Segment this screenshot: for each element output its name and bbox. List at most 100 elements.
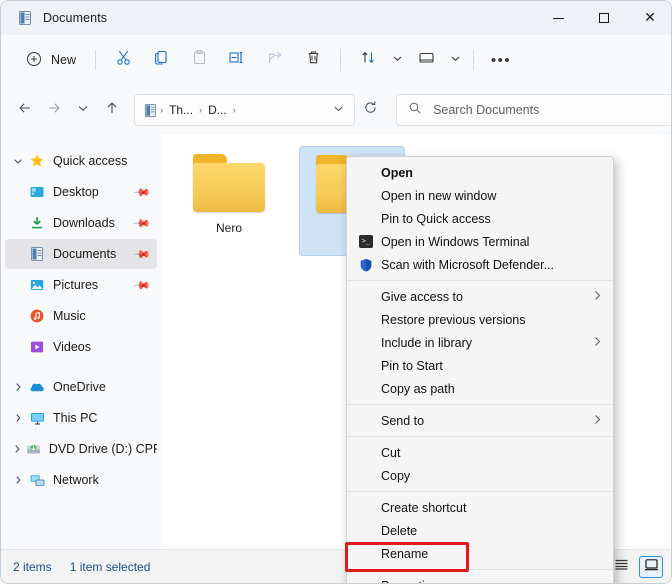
- window-controls: ✕: [535, 1, 671, 35]
- tiles-icon: [644, 558, 659, 576]
- sort-chevron-button[interactable]: [387, 44, 407, 76]
- chevron-right-icon[interactable]: [9, 382, 27, 392]
- maximize-button[interactable]: [581, 1, 627, 35]
- status-selection: 1 item selected: [69, 559, 151, 574]
- menu-item-open-in-windows-terminal[interactable]: >_ Open in Windows Terminal: [347, 230, 613, 253]
- list-icon: [614, 558, 629, 576]
- forward-button[interactable]: [39, 95, 68, 125]
- delete-button[interactable]: [294, 44, 332, 76]
- menu-item-cut[interactable]: Cut: [347, 441, 613, 464]
- network-icon: [27, 472, 47, 489]
- up-button[interactable]: [97, 95, 126, 125]
- menu-item-give-access-to[interactable]: Give access to: [347, 285, 613, 308]
- breadcrumb-item-1[interactable]: D...: [203, 100, 232, 120]
- breadcrumb-dropdown-button[interactable]: [327, 103, 350, 117]
- sidebar-item-downloads[interactable]: Downloads 📌: [5, 208, 157, 238]
- folder-front: [193, 163, 265, 212]
- pin-icon[interactable]: 📌: [133, 183, 152, 201]
- menu-item-delete[interactable]: Delete: [347, 519, 613, 542]
- menu-item-label: Include in library: [381, 335, 473, 350]
- folder-icon: [193, 154, 265, 212]
- file-item-nero[interactable]: Nero: [176, 146, 282, 256]
- menu-item-pin-to-quick-access[interactable]: Pin to Quick access: [347, 207, 613, 230]
- more-options-button[interactable]: •••: [482, 44, 520, 76]
- address-bar-row: › Th... › D... › Search Documents: [1, 85, 671, 135]
- sidebar-item-label: This PC: [53, 411, 98, 425]
- cut-button[interactable]: [104, 44, 142, 76]
- paste-button[interactable]: [180, 44, 218, 76]
- menu-item-send-to[interactable]: Send to: [347, 409, 613, 432]
- breadcrumb-item-0[interactable]: Th...: [164, 100, 198, 120]
- search-input[interactable]: Search Documents: [396, 94, 671, 126]
- view-group: [407, 44, 465, 76]
- menu-item-copy[interactable]: Copy: [347, 464, 613, 487]
- submenu-arrow-icon: [593, 414, 602, 428]
- download-icon: [27, 215, 47, 231]
- menu-item-rename[interactable]: Rename: [347, 542, 613, 565]
- title-bar: Documents ✕: [1, 1, 671, 35]
- sidebar-item-pictures[interactable]: Pictures 📌: [5, 270, 157, 300]
- menu-item-copy-as-path[interactable]: Copy as path: [347, 377, 613, 400]
- command-bar: New •••: [1, 35, 671, 85]
- breadcrumb[interactable]: › Th... › D... ›: [134, 94, 355, 126]
- refresh-button[interactable]: [357, 96, 384, 124]
- icons-view-button[interactable]: [639, 555, 663, 578]
- minimize-icon: [552, 17, 564, 19]
- context-menu[interactable]: Open Open in new window Pin to Quick acc…: [346, 156, 614, 584]
- menu-item-open-in-new-window[interactable]: Open in new window: [347, 184, 613, 207]
- sort-button[interactable]: [349, 44, 387, 76]
- menu-item-scan-with-microsoft-defender[interactable]: Scan with Microsoft Defender...: [347, 253, 613, 276]
- sidebar-item-videos[interactable]: Videos: [5, 332, 157, 362]
- view-button[interactable]: [407, 44, 445, 76]
- pin-icon[interactable]: 📌: [133, 276, 152, 294]
- menu-item-include-in-library[interactable]: Include in library: [347, 331, 613, 354]
- new-button[interactable]: New: [15, 44, 87, 76]
- shield-icon: [355, 258, 377, 272]
- cloud-icon: [27, 379, 47, 396]
- menu-item-open[interactable]: Open: [347, 161, 613, 184]
- menu-item-label: Pin to Quick access: [381, 211, 491, 226]
- pin-icon[interactable]: 📌: [133, 245, 152, 263]
- chevron-right-icon[interactable]: [9, 413, 27, 423]
- sidebar-item-onedrive[interactable]: OneDrive: [5, 372, 157, 402]
- sidebar-item-dvd-drive[interactable]: DVD Drive (D:) CPRA: [5, 434, 157, 464]
- back-button[interactable]: [10, 95, 39, 125]
- chevron-down-icon[interactable]: [9, 156, 27, 166]
- sort-arrows-icon: [360, 49, 377, 71]
- layout-icon: [417, 49, 436, 71]
- close-button[interactable]: ✕: [627, 1, 671, 35]
- menu-separator: [347, 569, 613, 570]
- minimize-button[interactable]: [535, 1, 581, 35]
- desktop-icon: [27, 184, 47, 200]
- rename-button[interactable]: [218, 44, 256, 76]
- menu-item-create-shortcut[interactable]: Create shortcut: [347, 496, 613, 519]
- menu-item-label: Cut: [381, 445, 401, 460]
- menu-separator: [347, 404, 613, 405]
- sidebar-item-network[interactable]: Network: [5, 465, 157, 495]
- copy-button[interactable]: [142, 44, 180, 76]
- pin-icon[interactable]: 📌: [133, 214, 152, 232]
- share-button[interactable]: [256, 44, 294, 76]
- disc-icon: [25, 441, 43, 458]
- menu-item-label: Properties: [381, 579, 438, 584]
- sidebar-group-quick-access[interactable]: Quick access: [5, 146, 157, 176]
- view-chevron-button[interactable]: [445, 44, 465, 76]
- toolbar-divider-3: [473, 50, 475, 70]
- maximize-icon: [599, 13, 609, 23]
- menu-item-properties[interactable]: Properties: [347, 574, 613, 584]
- pictures-icon: [27, 277, 47, 293]
- chevron-right-icon[interactable]: [9, 444, 25, 454]
- star-icon: [27, 153, 47, 169]
- sidebar-item-this-pc[interactable]: This PC: [5, 403, 157, 433]
- clipboard-icon: [191, 49, 208, 71]
- menu-item-restore-previous-versions[interactable]: Restore previous versions: [347, 308, 613, 331]
- menu-item-pin-to-start[interactable]: Pin to Start: [347, 354, 613, 377]
- chevron-right-icon[interactable]: [9, 475, 27, 485]
- sidebar-item-label: Network: [53, 473, 99, 487]
- recent-locations-button[interactable]: [68, 95, 97, 125]
- sidebar-item-documents[interactable]: Documents 📌: [5, 239, 157, 269]
- sidebar-item-music[interactable]: Music: [5, 301, 157, 331]
- sidebar-item-desktop[interactable]: Desktop 📌: [5, 177, 157, 207]
- documents-icon: [27, 246, 47, 262]
